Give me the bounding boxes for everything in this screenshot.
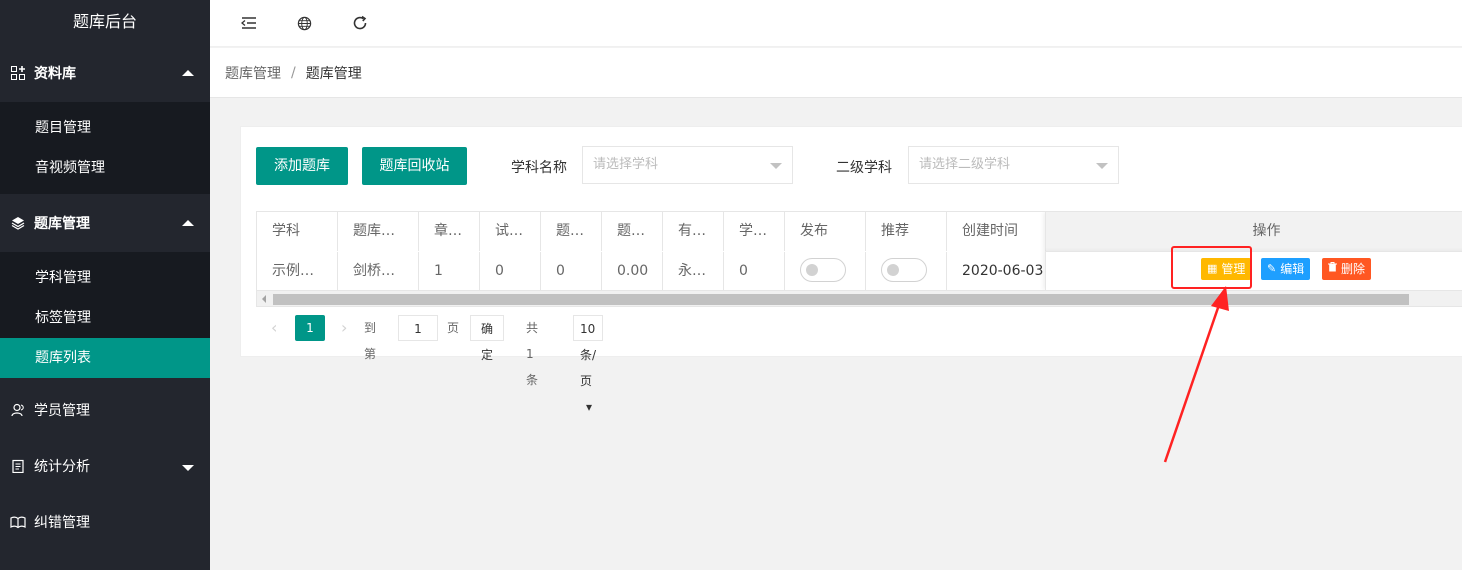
- caret-down-icon: ▾: [586, 400, 593, 414]
- nav-head-label: 学员管理: [34, 403, 90, 419]
- page-size-select[interactable]: 10 条/页 ▾: [573, 315, 604, 414]
- nav-head-errata[interactable]: 纠错管理: [0, 494, 210, 550]
- nav-head-students[interactable]: 学员管理: [0, 382, 210, 438]
- cell-recommend: [866, 252, 947, 291]
- menu-fold-icon[interactable]: [238, 12, 260, 34]
- sidebar-item-bank-list[interactable]: 题库列表: [0, 338, 210, 378]
- publish-toggle[interactable]: [800, 258, 846, 282]
- sub-subject-label: 二级学科: [836, 160, 892, 176]
- nav-head-label: 题库管理: [34, 216, 90, 232]
- chevron-up-icon: [182, 70, 194, 76]
- cell-chapters: 1: [419, 252, 480, 291]
- cell-subject: 示例…: [257, 252, 338, 291]
- sub-subject-placeholder: 请选择二级学科: [919, 157, 1011, 172]
- globe-icon[interactable]: [293, 12, 315, 34]
- apps-plus-icon: [10, 65, 26, 81]
- col-bank-name: 题库…: [338, 212, 419, 251]
- pencil-icon: ✎: [1267, 262, 1277, 275]
- subject-placeholder: 请选择学科: [593, 157, 659, 172]
- users-icon: [10, 402, 26, 418]
- clipboard-icon: [10, 458, 26, 474]
- refresh-icon[interactable]: [349, 12, 371, 34]
- nav-head-label: 资料库: [34, 66, 76, 82]
- caret-down-icon: [1096, 163, 1108, 169]
- horizontal-scrollbar[interactable]: [257, 290, 1462, 306]
- cell-learners: 0: [724, 252, 785, 291]
- add-bank-button[interactable]: 添加题库: [256, 147, 348, 185]
- layers-icon: [10, 215, 26, 231]
- goto-page-input[interactable]: 1: [398, 315, 438, 341]
- page-unit-label: 页: [447, 321, 460, 335]
- cell-questions: 0: [541, 252, 602, 291]
- sub-list-materials: 题目管理 音视频管理: [0, 102, 210, 194]
- col-price: 题…: [602, 212, 663, 251]
- breadcrumb-current: 题库管理: [305, 65, 362, 82]
- cell-publish: [785, 252, 866, 291]
- breadcrumb-separator: /: [291, 64, 296, 81]
- prev-page-icon[interactable]: ‹: [271, 315, 277, 341]
- top-header: [210, 0, 1462, 47]
- col-recommend: 推荐: [866, 212, 947, 251]
- sidebar: 题库后台 资料库 题目管理 音视频管理 题库管理 学科管理 标签管理 题库列表: [0, 0, 210, 570]
- goto-confirm-button[interactable]: 确定: [470, 315, 505, 362]
- page-size-label: 10 条/页: [580, 322, 597, 388]
- col-questions: 题…: [541, 212, 602, 251]
- nav-group-bank: 题库管理 学科管理 标签管理 题库列表: [0, 194, 210, 378]
- subject-select[interactable]: 请选择学科: [582, 146, 793, 184]
- sub-list-bank: 学科管理 标签管理 题库列表: [0, 252, 210, 378]
- book-open-icon: [10, 514, 26, 530]
- col-publish: 发布: [785, 212, 866, 251]
- scroll-left-icon[interactable]: [262, 295, 266, 303]
- cell-price: 0.00: [602, 252, 663, 291]
- cell-bank-name: 剑桥…: [338, 252, 419, 291]
- nav-head-materials[interactable]: 资料库: [0, 44, 210, 102]
- nav-head-bank[interactable]: 题库管理: [0, 194, 210, 252]
- nav-head-label: 统计分析: [34, 459, 90, 475]
- col-learners: 学…: [724, 212, 785, 251]
- nav-head-stats[interactable]: 统计分析: [0, 438, 210, 494]
- recommend-toggle[interactable]: [881, 258, 927, 282]
- chevron-up-icon: [182, 220, 194, 226]
- recycle-bin-button[interactable]: 题库回收站: [362, 147, 467, 185]
- next-page-icon[interactable]: ›: [341, 315, 347, 341]
- cell-actions: ▦ 管理 ✎ 编辑 删除: [1045, 251, 1462, 290]
- chevron-down-icon: [182, 465, 194, 471]
- bank-table: 学科 题库… 章… 试… 题… 题… 有… 学… 发布 推荐 创建时间 示例… …: [256, 211, 1462, 307]
- page-1-button[interactable]: 1: [295, 315, 325, 341]
- caret-down-icon: [770, 163, 782, 169]
- trash-icon: [1328, 258, 1337, 280]
- delete-button[interactable]: 删除: [1322, 258, 1372, 280]
- total-count: 共 1 条: [526, 321, 539, 387]
- col-actions: 操作: [1045, 212, 1462, 251]
- col-papers: 试…: [480, 212, 541, 251]
- edit-button[interactable]: ✎ 编辑: [1261, 258, 1311, 280]
- highlight-box: [1171, 246, 1252, 289]
- edit-label: 编辑: [1280, 262, 1305, 276]
- delete-label: 删除: [1341, 262, 1366, 276]
- nav-head-label: 纠错管理: [34, 515, 90, 531]
- cell-validity: 永…: [663, 252, 724, 291]
- goto-label: 到第: [364, 321, 377, 361]
- breadcrumb-parent[interactable]: 题库管理: [225, 63, 281, 83]
- col-chapters: 章…: [419, 212, 480, 251]
- app-title: 题库后台: [72, 12, 137, 31]
- cell-papers: 0: [480, 252, 541, 291]
- sidebar-item-questions[interactable]: 题目管理: [0, 108, 210, 148]
- sidebar-item-media[interactable]: 音视频管理: [0, 148, 210, 188]
- col-subject: 学科: [257, 212, 338, 251]
- sidebar-item-subjects[interactable]: 学科管理: [0, 258, 210, 298]
- nav-group-materials: 资料库 题目管理 音视频管理: [0, 44, 210, 194]
- scrollbar-thumb[interactable]: [273, 294, 1409, 305]
- col-validity: 有…: [663, 212, 724, 251]
- sidebar-item-tags[interactable]: 标签管理: [0, 298, 210, 338]
- content-card: 添加题库 题库回收站 学科名称 请选择学科 二级学科 请选择二级学科 学科 题库…: [240, 126, 1462, 414]
- subject-label: 学科名称: [511, 160, 567, 176]
- sub-subject-select[interactable]: 请选择二级学科: [908, 146, 1119, 184]
- breadcrumb: 题库管理 / 题库管理: [210, 48, 1462, 98]
